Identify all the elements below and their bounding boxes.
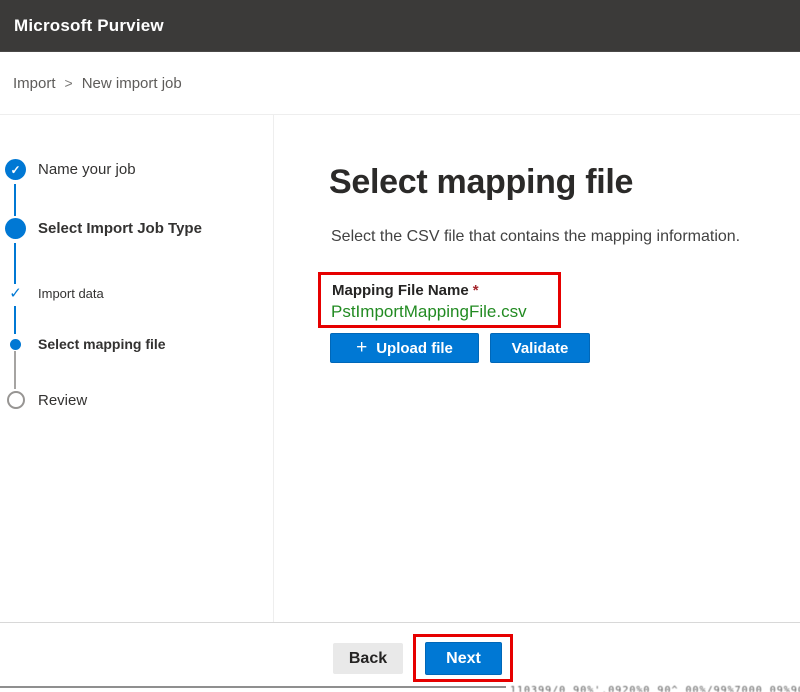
sidebar-divider xyxy=(273,115,274,622)
wizard-substep-import-data[interactable]: ✓ Import data xyxy=(0,286,104,301)
current-step-circle-icon xyxy=(5,218,26,239)
upload-file-button[interactable]: + Upload file xyxy=(330,333,479,363)
wizard-step-label: Import data xyxy=(38,286,104,301)
purview-import-wizard-screen: Microsoft Purview Import > New import jo… xyxy=(0,0,800,692)
page-title: Select mapping file xyxy=(329,163,633,202)
back-button[interactable]: Back xyxy=(333,643,403,674)
app-title: Microsoft Purview xyxy=(14,16,164,36)
wizard-step-select-import-job-type[interactable]: Select Import Job Type xyxy=(0,218,202,239)
plus-icon: + xyxy=(356,338,367,357)
wizard-step-label: Select mapping file xyxy=(38,336,166,352)
wizard-substep-select-mapping-file[interactable]: Select mapping file xyxy=(0,336,166,352)
field-label-text: Mapping File Name xyxy=(332,282,469,299)
step-connector xyxy=(14,306,16,334)
validate-label: Validate xyxy=(512,340,569,357)
breadcrumb: Import > New import job xyxy=(0,52,800,114)
page-description: Select the CSV file that contains the ma… xyxy=(331,228,740,246)
wizard-step-label: Review xyxy=(38,392,87,409)
mapping-file-name-label: Mapping File Name* xyxy=(332,282,479,299)
wizard-step-label: Name your job xyxy=(38,161,136,178)
step-connector xyxy=(14,184,16,216)
footer-divider xyxy=(0,622,800,623)
validate-button[interactable]: Validate xyxy=(490,333,590,363)
bottom-cropped-line xyxy=(0,686,506,688)
mapping-file-name-value: PstImportMappingFile.csv xyxy=(331,302,527,322)
completed-check-circle-icon: ✓ xyxy=(5,159,26,180)
completed-substep-check-icon: ✓ xyxy=(9,286,22,301)
app-header: Microsoft Purview xyxy=(0,0,800,52)
step-connector xyxy=(14,243,16,284)
required-asterisk: * xyxy=(473,282,479,299)
upcoming-step-circle-icon xyxy=(7,391,25,409)
breadcrumb-new-import-job[interactable]: New import job xyxy=(82,75,182,92)
wizard-step-review[interactable]: Review xyxy=(0,391,87,409)
wizard-step-label: Select Import Job Type xyxy=(38,220,202,237)
file-action-buttons: + Upload file Validate xyxy=(330,333,590,363)
breadcrumb-separator-icon: > xyxy=(65,75,73,91)
current-substep-dot-icon xyxy=(10,339,21,350)
wizard-step-name-your-job[interactable]: ✓ Name your job xyxy=(0,159,136,180)
next-button[interactable]: Next xyxy=(425,642,502,675)
top-divider xyxy=(0,114,800,115)
bottom-cropped-text: 110399/0 90%'.0920%0 90^ 00%/99%7000 09%… xyxy=(510,685,800,692)
step-connector xyxy=(14,351,16,389)
breadcrumb-import[interactable]: Import xyxy=(13,75,56,92)
upload-file-label: Upload file xyxy=(376,340,453,357)
